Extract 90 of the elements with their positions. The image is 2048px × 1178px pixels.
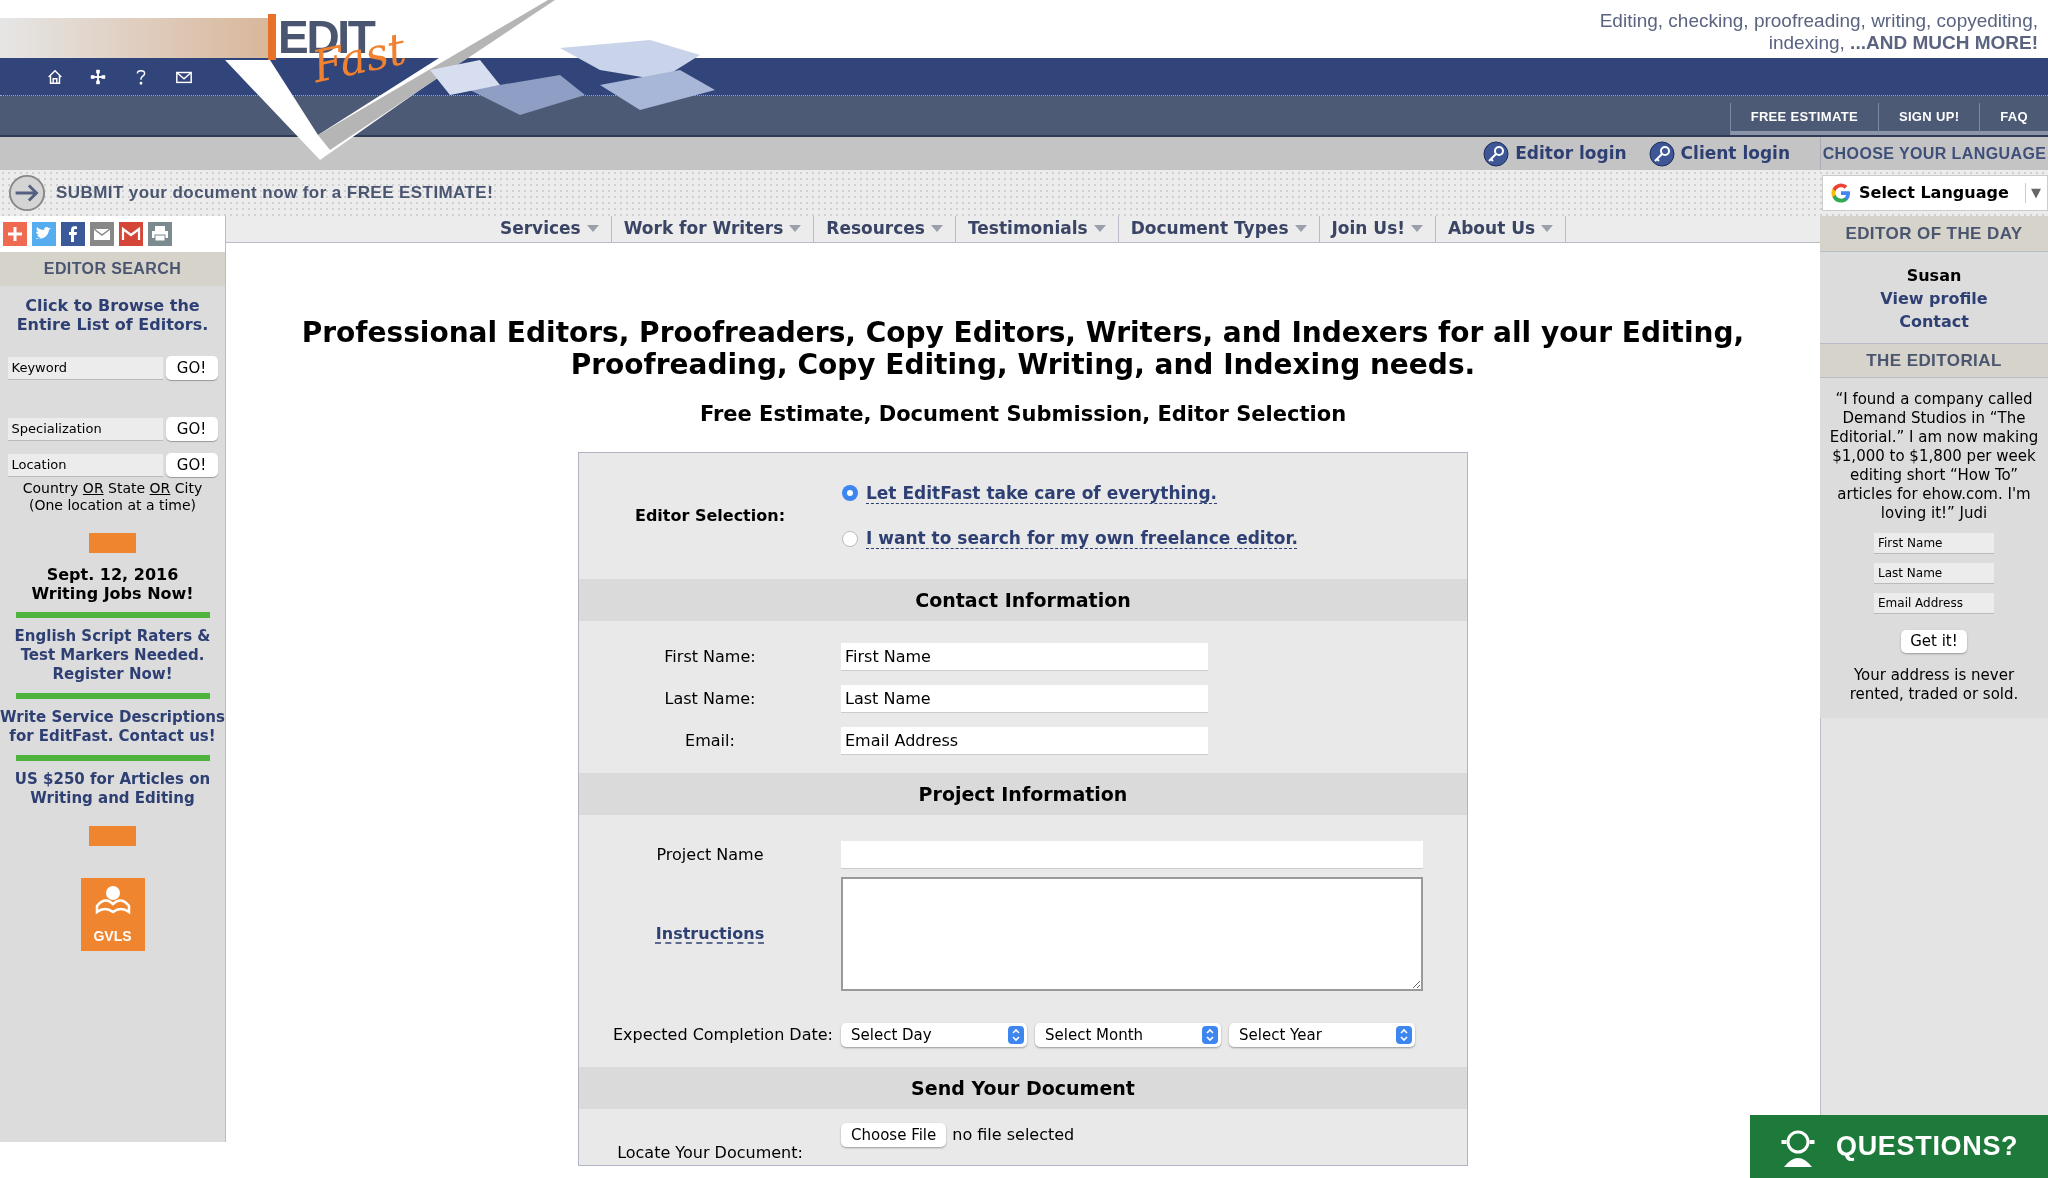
ad-placeholder [89,826,136,846]
key-icon [1483,140,1510,167]
language-select[interactable]: Select Language ▼ [1822,175,2048,211]
sidebar-heading: EDITOR OF THE DAY [1820,216,2048,252]
gmail-icon[interactable] [119,222,143,246]
caret-icon [1093,224,1106,233]
caret-icon [789,224,802,233]
field-label: Locate Your Document: [616,1142,804,1164]
print-icon[interactable] [148,222,172,246]
caret-icon [930,224,943,233]
newsletter-field[interactable]: Last Name [1874,563,1994,584]
location-hint: Country OR State OR City [22,480,203,497]
login-link[interactable]: Editor login [1483,140,1627,167]
sidebar-heading: EDITOR SEARCH [0,252,225,286]
nav-menu-item[interactable]: Resources [814,216,956,242]
editor-name: Susan [1906,265,1962,287]
ad-placeholder [89,533,136,553]
home-icon[interactable] [46,67,64,86]
go-button[interactable]: GO! [165,417,218,441]
field-label: Expected Completion Date: [611,1024,834,1046]
option-link[interactable]: Let EditFast take care of everything. [866,480,1218,506]
facebook-icon[interactable] [61,222,85,246]
field-label: Email: [684,730,736,752]
newsletter-field[interactable]: First Name [1874,533,1994,554]
caret-icon [1541,224,1554,233]
caret-icon [1411,224,1424,233]
section-heading: Contact Information [579,579,1467,621]
questions-button[interactable]: QUESTIONS? [1750,1115,2048,1178]
location-hint: (One location at a time) [28,497,197,514]
announcement-link[interactable]: English Script Raters & Test Markers Needed. Register Now! [0,627,226,684]
date-select[interactable]: Select Day [841,1023,1027,1047]
go-button[interactable]: GO! [165,453,218,477]
search-field[interactable]: Location [7,453,163,477]
nav-menu-item[interactable]: Join Us! [1319,216,1437,242]
field-label: First Name: [663,646,757,668]
announcement-link[interactable]: US $250 for Articles on Writing and Editing [0,770,226,808]
tagline-text: Editing, checking, proofreading, writing, copyediting, [1599,10,2038,32]
get-it-button[interactable]: Get it! [1901,630,1967,653]
twitter-icon[interactable] [32,222,56,246]
quote-text: “I found a company called Demand Studios in “The Editorial.” I am now making $1,000 to $1,800 per week editing short “How To” articles for ehow.com. I'm loving it!” Judi [1828,390,2040,523]
date-select[interactable]: Select Month [1035,1023,1221,1047]
chevron-icon [1396,1026,1412,1044]
file-status-text: no file selected [952,1124,1075,1146]
go-button[interactable]: GO! [165,356,218,380]
key-icon [1648,140,1675,167]
project-name-field[interactable] [841,841,1423,869]
search-field[interactable]: Specialization [7,417,163,441]
radio-button[interactable] [842,485,858,502]
nav-menu-item[interactable]: Document Types [1118,216,1320,242]
text-field[interactable]: First Name [841,643,1208,671]
sitemap-icon[interactable] [89,67,107,86]
email-icon[interactable] [90,222,114,246]
field-label: Last Name: [663,688,757,710]
date-text: Sept. 12, 2016 [46,565,179,584]
section-heading: Send Your Document [579,1067,1467,1109]
instructions-textarea[interactable] [841,877,1423,991]
radio-button[interactable] [842,530,858,547]
nav-menu-item[interactable]: Work for Writers [611,216,815,242]
banner-text: SUBMIT your document now for a FREE ESTIMATE! [56,182,495,205]
google-icon [1829,181,1853,205]
login-link[interactable]: Client login [1648,140,1790,167]
section-heading: Project Information [579,773,1467,815]
search-field[interactable]: Keyword [7,356,163,380]
editor-link[interactable]: View profile [1880,287,1988,310]
field-label: Project Name [655,844,765,866]
caret-icon [586,224,599,233]
choose-file-button[interactable]: Choose File [841,1123,947,1147]
nav-menu-item[interactable]: About Us [1436,216,1567,242]
date-select[interactable]: Select Year [1229,1023,1415,1047]
nav-menu-item[interactable]: Testimonials [955,216,1119,242]
newsletter-field[interactable]: Email Address [1874,593,1994,614]
option-link[interactable]: I want to search for my own freelance editor. [866,526,1298,552]
share-icon[interactable] [3,222,27,246]
editor-link[interactable]: Contact [1899,310,1969,333]
text-field[interactable]: Email Address [841,727,1208,755]
page-heading: Professional Editors, Proofreaders, Copy Editors, Writers, and Indexers for all your Editing, Proofreading, Copy Editing, Writing, and Indexing needs. [300,316,1746,381]
sidebar-heading: THE EDITORIAL [1820,344,2048,378]
chevron-icon [1008,1026,1024,1044]
nav-menu-item[interactable]: Services [487,216,612,242]
caret-icon [1294,224,1307,233]
tagline-text: indexing, ...AND MUCH MORE! [1768,32,2038,54]
announcement-link[interactable]: Write Service Descriptions for EditFast. Contact us! [0,708,226,746]
chevron-icon [1202,1026,1218,1044]
page-subheading: Free Estimate, Document Submission, Editor Selection [699,400,1347,428]
privacy-note: Your address is never rented, traded or sold. [1848,666,2020,704]
text-field[interactable]: Last Name [841,685,1208,713]
headline-text: Writing Jobs Now! [31,584,194,603]
browse-editors-link[interactable]: Click to Browse the Entire List of Editors. [0,296,225,334]
instructions-link[interactable]: Instructions [579,922,841,946]
field-label: Editor Selection: [633,505,787,527]
